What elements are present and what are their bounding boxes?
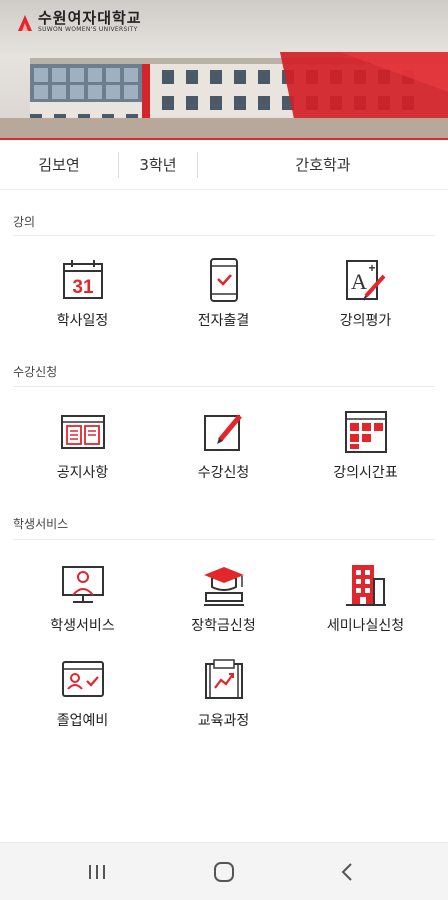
back-icon	[341, 863, 352, 881]
phone-check-icon	[209, 258, 238, 302]
menu-lecture-evaluation[interactable]: A + 강의평가	[291, 256, 440, 352]
student-computer-icon	[61, 566, 104, 603]
menu-label: 교육과정	[197, 713, 250, 729]
id-card-icon	[61, 661, 104, 697]
back-button[interactable]	[327, 857, 367, 887]
menu-student-services[interactable]: 학생서비스	[8, 561, 157, 657]
student-department: 간호학과	[295, 156, 351, 174]
calendar-icon: 31	[62, 260, 103, 299]
menu-label: 세미나실신청	[326, 618, 405, 634]
recent-apps-button[interactable]	[77, 857, 117, 887]
section-title-registration: 수강신청	[13, 365, 58, 379]
timetable-icon	[344, 411, 387, 453]
menu-label: 수강신청	[197, 465, 250, 481]
svg-text:+: +	[368, 261, 375, 275]
menu-electronic-attendance[interactable]: 전자출결	[149, 256, 298, 352]
section-divider	[13, 235, 435, 236]
menu-curriculum[interactable]: 교육과정	[149, 656, 298, 752]
menu-label: 학사일정	[56, 313, 109, 329]
building-icon	[345, 565, 386, 606]
calendar-day-number: 31	[72, 277, 94, 298]
student-name: 김보연	[38, 156, 80, 174]
logo-english-name: SUWON WOMEN'S UNIVERSITY	[38, 26, 138, 33]
home-button[interactable]	[204, 857, 244, 887]
recent-apps-icon	[89, 865, 105, 879]
menu-scholarship-application[interactable]: 장학금신청	[149, 561, 298, 657]
menu-notice[interactable]: 공지사항	[8, 408, 157, 504]
section-divider	[13, 386, 435, 387]
menu-academic-calendar[interactable]: 31 학사일정	[8, 256, 157, 352]
university-logo-mark	[18, 15, 32, 31]
header-banner: 수원여자대학교 SUWON WOMEN'S UNIVERSITY	[0, 0, 448, 138]
edit-pencil-icon	[203, 414, 242, 451]
section-divider	[13, 539, 435, 540]
section-title-lecture: 강의	[13, 215, 36, 229]
menu-timetable[interactable]: 강의시간표	[291, 408, 440, 504]
svg-text:A: A	[351, 269, 367, 294]
menu-course-registration[interactable]: 수강신청	[149, 408, 298, 504]
grade-a-plus-icon: A +	[345, 260, 385, 301]
menu-seminar-room-booking[interactable]: 세미나실신청	[291, 561, 440, 657]
menu-label: 졸업예비	[56, 713, 109, 729]
curriculum-book-icon	[204, 659, 243, 699]
section-title-student-services: 학생서비스	[13, 517, 69, 531]
student-grade: 3학년	[139, 156, 177, 174]
menu-label: 강의시간표	[333, 465, 398, 481]
graduation-cap-icon	[203, 567, 244, 606]
notice-board-icon	[60, 415, 105, 449]
menu-graduation-preparation[interactable]: 졸업예비	[8, 656, 157, 752]
menu-label: 장학금신청	[191, 618, 256, 634]
menu-label: 공지사항	[56, 465, 109, 481]
logo-korean-name: 수원여자대학교	[38, 9, 142, 27]
university-logo[interactable]: 수원여자대학교 SUWON WOMEN'S UNIVERSITY	[16, 10, 142, 34]
student-profile-bar: 김보연 3학년 간호학과	[0, 138, 448, 190]
menu-label: 학생서비스	[50, 618, 115, 634]
home-icon	[214, 862, 234, 882]
system-navigation-bar	[0, 842, 448, 900]
menu-label: 강의평가	[339, 313, 392, 329]
menu-label: 전자출결	[197, 313, 250, 329]
